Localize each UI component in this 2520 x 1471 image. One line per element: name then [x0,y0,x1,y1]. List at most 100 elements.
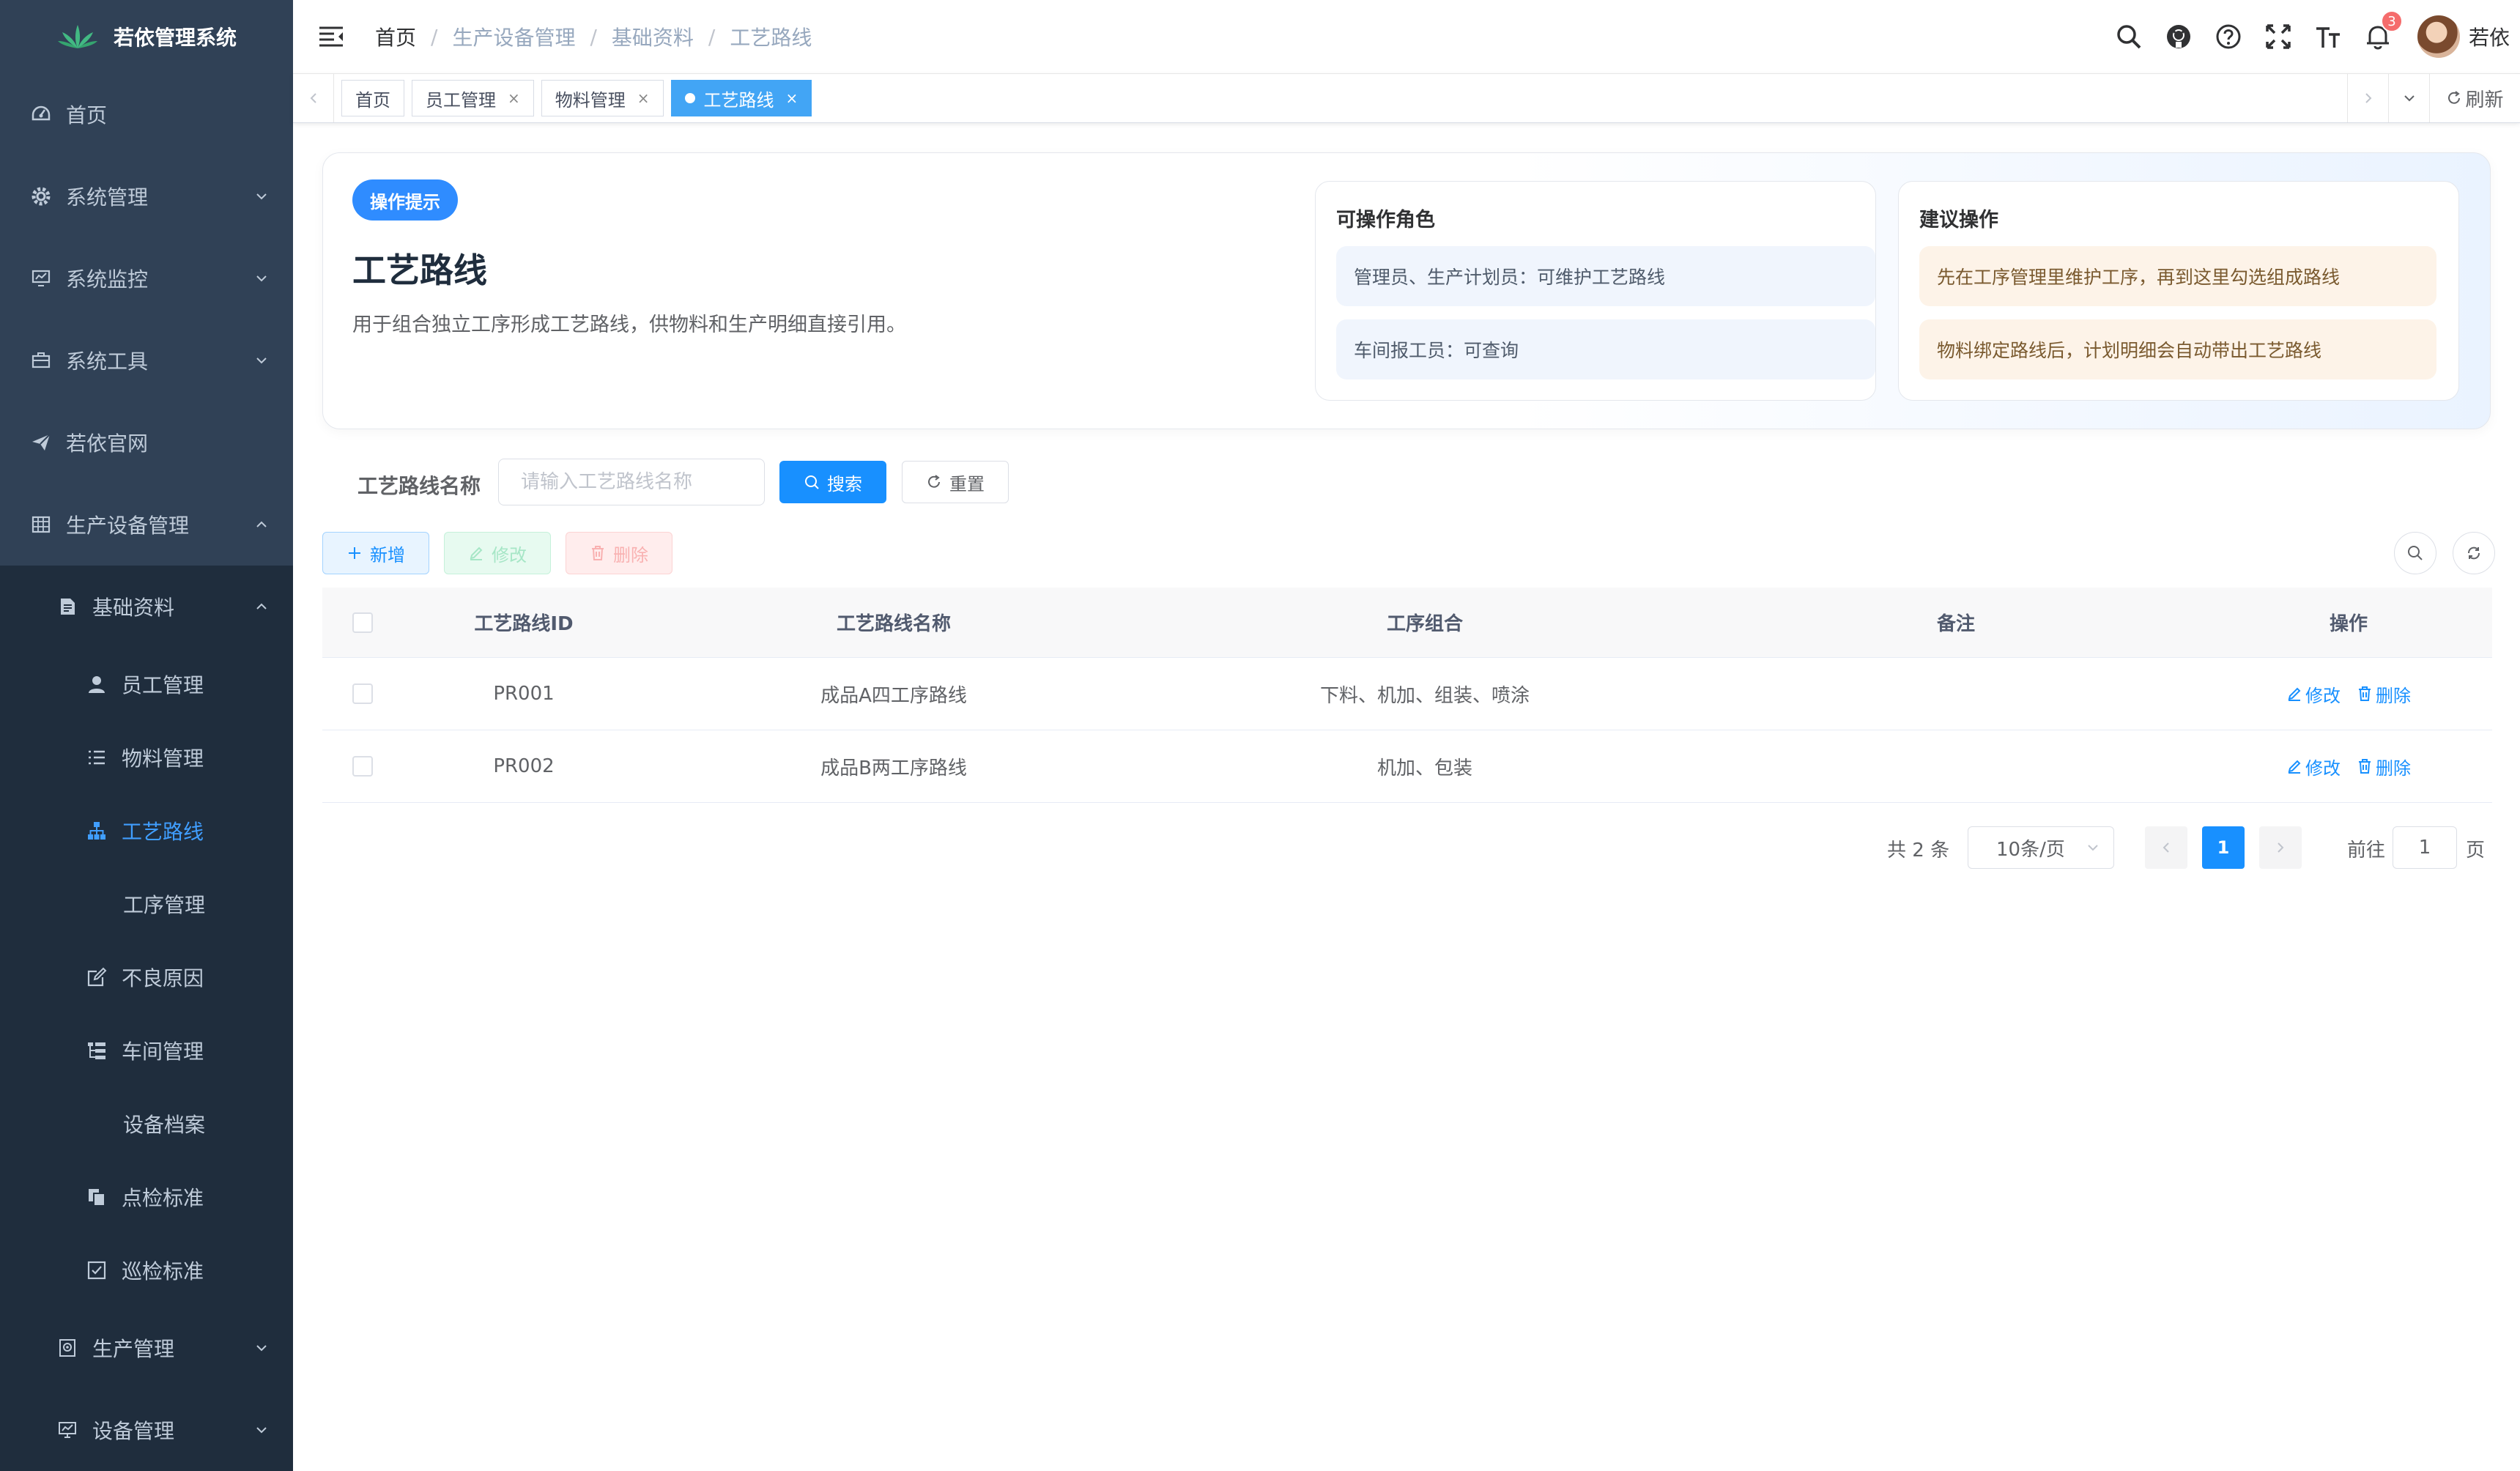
gear-icon [29,185,53,208]
plus-icon [349,547,360,559]
sidebar-item-monitor[interactable]: 系统监控 [0,237,293,319]
tags-scroll-left[interactable] [293,74,334,122]
sidebar-item-material[interactable]: 物料管理 [0,721,293,794]
sidebar-item-basic-data[interactable]: 基础资料 [0,566,293,648]
header-checkbox-cell [322,612,403,633]
toggle-search-button[interactable] [2394,532,2436,574]
bell-icon[interactable]: 3 [2363,10,2403,51]
delete-button[interactable]: 删除 [566,532,672,574]
row-checkbox-cell [322,756,403,777]
sidebar-item-home[interactable]: 首页 [0,73,293,155]
row-checkbox[interactable] [352,683,373,704]
search-icon [805,475,819,489]
refresh-table-button[interactable] [2453,532,2495,574]
sidebar-item-label: 工艺路线 [122,820,204,844]
role-item: 管理员、生产计划员：可维护工艺路线 [1336,246,1875,306]
row-delete-link[interactable]: 删除 [2357,754,2411,779]
sidebar-item-patrol-standard[interactable]: 巡检标准 [0,1234,293,1307]
sidebar-item-production-equipment[interactable]: 生产设备管理 [0,483,293,566]
row-edit-link[interactable]: 修改 [2286,754,2341,779]
sidebar-item-employee[interactable]: 员工管理 [0,648,293,721]
tree-icon [85,819,108,842]
sidebar-item-spot-check-standard[interactable]: 点检标准 [0,1160,293,1234]
sidebar-item-label: 系统工具 [66,349,149,374]
goto-page-input[interactable] [2393,826,2457,869]
tag-material[interactable]: 物料管理 × [541,80,664,116]
search-label: 工艺路线名称 [357,474,481,498]
hero-panel: 操作提示 工艺路线 用于组合独立工序形成工艺路线，供物料和生产明细直接引用。 可… [322,152,2491,429]
tree-table-icon [85,1039,108,1062]
sidebar-item-tools[interactable]: 系统工具 [0,319,293,401]
row-edit-link[interactable]: 修改 [2286,681,2341,707]
sidebar-item-procedure[interactable]: 工序管理 [0,867,293,941]
font-size-icon[interactable] [2313,22,2343,51]
page-size-select[interactable]: 10条/页 [1968,826,2114,869]
close-icon[interactable]: × [508,89,520,107]
page-unit-label: 页 [2466,840,2486,862]
column-header: 备注 [1936,613,1975,635]
close-icon[interactable]: × [786,89,798,107]
username[interactable]: 若依 [2469,22,2510,51]
sidebar-item-website[interactable]: 若依官网 [0,401,293,483]
breadcrumb-separator: / [431,24,438,49]
chevron-down-icon [256,1427,267,1434]
production-icon [56,1336,79,1360]
cell-processes: 下料、机加、组装、喷涂 [1319,684,1530,707]
chevron-up-icon [256,603,267,609]
prev-page-button[interactable] [2145,826,2187,869]
edit-icon [85,966,108,989]
sidebar-item-label: 员工管理 [122,673,204,697]
page-number[interactable]: 1 [2202,826,2245,869]
sidebar-item-defect-reason[interactable]: 不良原因 [0,941,293,1014]
sidebar-item-device-management[interactable]: 设备管理 [0,1389,293,1471]
sidebar-item-workshop[interactable]: 车间管理 [0,1014,293,1087]
sidebar-item-system[interactable]: 系统管理 [0,155,293,237]
goto-label: 前往 [2347,840,2386,862]
reset-button-label: 重置 [949,473,985,494]
reset-button[interactable]: 重置 [902,461,1009,503]
column-header: 工艺路线ID [474,613,574,635]
github-icon[interactable] [2164,22,2193,51]
help-icon[interactable] [2214,22,2243,51]
pagination-total: 共 2 条 [1887,840,1950,862]
tag-process-route[interactable]: 工艺路线 × [670,80,812,116]
tags-refresh-button[interactable]: 刷新 [2429,74,2520,122]
search-button[interactable]: 搜索 [779,461,886,503]
row-checkbox[interactable] [352,756,373,777]
fullscreen-icon[interactable] [2264,22,2293,51]
breadcrumb-item: 基础资料 [611,26,694,50]
sidebar-item-process-route[interactable]: 工艺路线 [0,794,293,867]
row-delete-link[interactable]: 删除 [2357,681,2411,707]
sidebar-item-production[interactable]: 生产管理 [0,1307,293,1389]
chevron-down-icon [2404,95,2415,102]
row-edit-label: 修改 [2305,757,2341,779]
next-page-button[interactable] [2259,826,2302,869]
copy-icon [85,1185,108,1209]
sidebar-item-equipment-archive[interactable]: 设备档案 [0,1087,293,1160]
add-button[interactable]: 新增 [322,532,429,574]
edit-button[interactable]: 修改 [444,532,551,574]
tags-scroll-right[interactable] [2347,74,2388,122]
app-logo[interactable]: 若依管理系统 [0,0,293,73]
tag-label: 物料管理 [555,89,626,111]
sidebar-item-label: 不良原因 [122,966,204,990]
avatar[interactable] [2417,15,2460,58]
breadcrumb-item: 生产设备管理 [452,26,576,50]
select-all-checkbox[interactable] [352,612,373,633]
sidebar-item-label: 工序管理 [123,893,206,917]
search-icon[interactable] [2114,22,2143,51]
tags-dropdown[interactable] [2388,74,2429,122]
tags-view: 首页 员工管理 × 物料管理 × 工艺路线 × 刷新 [293,73,2520,123]
route-name-input[interactable] [498,459,765,505]
tag-employee[interactable]: 员工管理 × [412,80,534,116]
breadcrumb-item[interactable]: 首页 [375,22,416,51]
hint-badge: 操作提示 [352,179,458,221]
sidebar-item-label: 设备管理 [92,1419,175,1443]
close-icon[interactable]: × [637,89,650,107]
edit-icon [2288,687,2301,701]
tag-label: 首页 [355,89,390,111]
tag-home[interactable]: 首页 [341,80,404,116]
sidebar-item-label: 巡检标准 [122,1259,204,1283]
edit-icon [2288,760,2301,774]
hamburger-icon[interactable] [316,22,346,51]
